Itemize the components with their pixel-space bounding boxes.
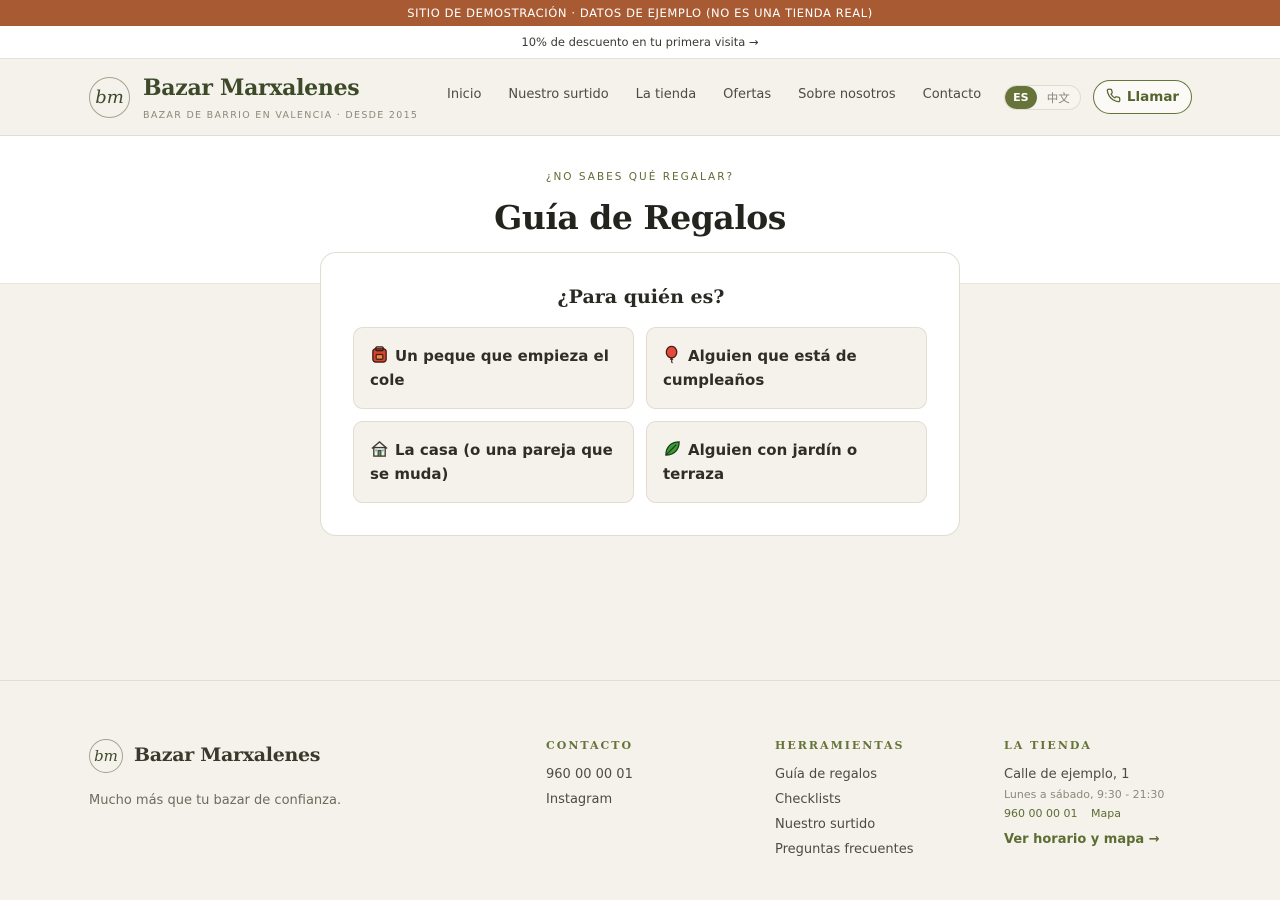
gift-picker-card: ¿Para quién es? Un peque que empieza el … xyxy=(320,252,960,536)
footer-tagline: Mucho más que tu bazar de confianza. xyxy=(89,793,342,808)
option-label: Alguien que está de cumpleaños xyxy=(663,347,857,389)
nav-item-ofertas[interactable]: Ofertas xyxy=(723,87,771,102)
footer-store-column: LA TIENDA Calle de ejemplo, 1 Lunes a sá… xyxy=(1004,739,1164,847)
option-label: Un peque que empieza el cole xyxy=(370,347,609,389)
footer-hours: Lunes a sábado, 9:30 - 21:30 xyxy=(1004,788,1165,801)
house-icon xyxy=(371,441,388,457)
option-garden[interactable]: Alguien con jardín o terraza xyxy=(646,421,927,503)
option-label: Alguien con jardín o terraza xyxy=(663,441,858,483)
footer-tools-column: HERRAMIENTAS Guía de regalos Checklists … xyxy=(775,739,914,867)
nav-item-tienda[interactable]: La tienda xyxy=(636,87,697,102)
nav-item-surtido[interactable]: Nuestro surtido xyxy=(508,87,608,102)
footer-surtido-link[interactable]: Nuestro surtido xyxy=(775,817,914,832)
footer-hours-map-link[interactable]: Ver horario y mapa → xyxy=(1004,832,1164,847)
site-header: bm Bazar Marxalenes BAZAR DE BARRIO EN V… xyxy=(0,59,1280,136)
lang-es-button[interactable]: ES xyxy=(1005,86,1037,109)
footer-gift-guide-link[interactable]: Guía de regalos xyxy=(775,767,914,782)
demo-banner-text: SITIO DE DEMOSTRACIÓN · DATOS DE EJEMPLO… xyxy=(407,6,873,20)
balloon-icon xyxy=(665,345,678,364)
backpack-icon xyxy=(372,346,387,363)
footer-checklists-link[interactable]: Checklists xyxy=(775,792,914,807)
page-title: Guía de Regalos xyxy=(494,198,786,237)
nav-item-inicio[interactable]: Inicio xyxy=(447,87,481,102)
logo-tagline: BAZAR DE BARRIO EN VALENCIA · DESDE 2015 xyxy=(143,110,419,121)
phone-icon xyxy=(1106,88,1121,107)
option-birthday[interactable]: Alguien que está de cumpleaños xyxy=(646,327,927,409)
promo-bar: 10% de descuento en tu primera visita → xyxy=(0,26,1280,59)
option-home[interactable]: La casa (o una pareja que se muda) xyxy=(353,421,634,503)
footer-phone-link[interactable]: 960 00 00 01 xyxy=(546,767,633,782)
footer-instagram-link[interactable]: Instagram xyxy=(546,792,633,807)
footer-logo-name[interactable]: Bazar Marxalenes xyxy=(134,744,321,766)
call-button[interactable]: Llamar xyxy=(1093,80,1192,114)
nav-item-contacto[interactable]: Contacto xyxy=(923,87,982,102)
picker-title: ¿Para quién es? xyxy=(557,286,725,308)
logo-name[interactable]: Bazar Marxalenes xyxy=(143,75,360,101)
option-label: La casa (o una pareja que se muda) xyxy=(370,441,613,483)
footer-contact-column: CONTACTO 960 00 00 01 Instagram xyxy=(546,739,633,817)
language-switcher: ES 中文 xyxy=(1004,85,1081,110)
nav-item-sobre[interactable]: Sobre nosotros xyxy=(798,87,895,102)
footer-store-heading: LA TIENDA xyxy=(1004,739,1092,752)
footer-map-link[interactable]: Mapa xyxy=(1091,807,1121,820)
option-school-kid[interactable]: Un peque que empieza el cole xyxy=(353,327,634,409)
logo-mark[interactable]: bm xyxy=(89,77,130,118)
footer-contact-heading: CONTACTO xyxy=(546,739,634,752)
main-nav: Inicio Nuestro surtido La tienda Ofertas… xyxy=(447,87,1008,102)
footer-tools-heading: HERRAMIENTAS xyxy=(775,739,905,752)
footer-logo-mark[interactable]: bm xyxy=(89,739,123,773)
footer-store-links: 960 00 00 01 Mapa xyxy=(1004,807,1164,820)
footer-address: Calle de ejemplo, 1 xyxy=(1004,767,1130,782)
hero-eyebrow: ¿NO SABES QUÉ REGALAR? xyxy=(545,171,735,183)
promo-text[interactable]: 10% de descuento en tu primera visita → xyxy=(521,35,758,49)
site-footer: bm Bazar Marxalenes Mucho más que tu baz… xyxy=(0,680,1280,900)
demo-banner: SITIO DE DEMOSTRACIÓN · DATOS DE EJEMPLO… xyxy=(0,0,1280,26)
call-button-label: Llamar xyxy=(1126,89,1180,105)
footer-faq-link[interactable]: Preguntas frecuentes xyxy=(775,842,914,857)
lang-zh-button[interactable]: 中文 xyxy=(1037,86,1080,109)
leaf-icon xyxy=(665,441,680,456)
footer-store-phone[interactable]: 960 00 00 01 xyxy=(1004,807,1077,820)
